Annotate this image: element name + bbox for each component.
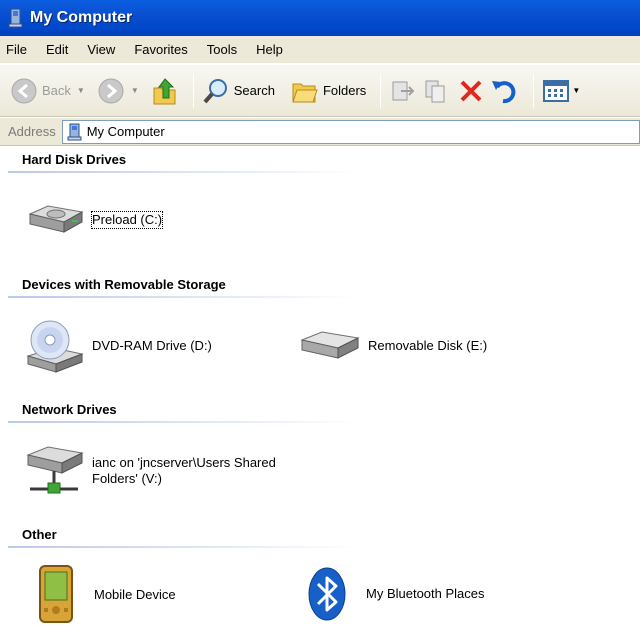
search-label: Search <box>233 83 275 98</box>
my-computer-icon <box>67 123 82 140</box>
menu-file[interactable]: File <box>6 42 27 57</box>
window-title: My Computer <box>30 9 133 26</box>
drive-label: DVD-RAM Drive (D:) <box>92 338 212 353</box>
toolbar-separator <box>380 73 382 108</box>
group-divider <box>8 546 358 548</box>
menu-bar: File Edit View Favorites Tools Help <box>0 36 640 64</box>
device-item-bluetooth[interactable]: My Bluetooth Places <box>306 566 485 622</box>
address-bar: Address My Computer <box>0 118 640 146</box>
undo-button[interactable] <box>491 74 519 108</box>
menu-view[interactable]: View <box>87 42 115 57</box>
bluetooth-icon <box>308 567 346 621</box>
group-title-network-drives: Network Drives <box>22 402 117 417</box>
network-drive-icon <box>26 446 84 494</box>
back-label: Back <box>42 83 71 98</box>
back-dropdown-icon[interactable]: ▼ <box>77 86 85 95</box>
toolbar: Back ▼ ▼ Search Folders ▼ <box>0 65 640 117</box>
address-value: My Computer <box>86 124 165 139</box>
forward-dropdown-icon[interactable]: ▼ <box>131 86 139 95</box>
address-label: Address <box>8 124 56 139</box>
title-bar[interactable]: My Computer <box>0 0 640 36</box>
menu-favorites[interactable]: Favorites <box>134 42 187 57</box>
up-button[interactable] <box>151 74 179 108</box>
search-icon <box>203 78 227 103</box>
address-field[interactable]: My Computer <box>61 119 640 144</box>
content-pane: Hard Disk Drives Preload (C:) Devices wi… <box>0 146 640 625</box>
device-label: My Bluetooth Places <box>366 586 485 601</box>
group-title-hard-disk-drives: Hard Disk Drives <box>22 152 127 167</box>
menu-tools[interactable]: Tools <box>207 42 237 57</box>
group-title-other: Other <box>22 527 57 542</box>
search-button[interactable]: Search <box>202 74 275 108</box>
dvd-drive-icon <box>26 320 84 373</box>
back-button[interactable]: Back ▼ <box>10 74 91 108</box>
delete-button[interactable] <box>457 74 485 108</box>
drive-item-network-v[interactable]: ianc on 'jncserver\Users Shared Folders'… <box>24 441 276 501</box>
forward-button[interactable]: ▼ <box>97 74 145 108</box>
views-icon <box>543 79 570 102</box>
delete-x-icon <box>460 80 482 101</box>
drive-label: Removable Disk (E:) <box>368 338 488 353</box>
menu-edit[interactable]: Edit <box>46 42 68 57</box>
my-computer-icon <box>8 8 23 28</box>
mobile-device-icon <box>39 565 73 623</box>
drive-item-removable-disk[interactable]: Removable Disk (E:) <box>300 328 487 364</box>
views-dropdown-icon[interactable]: ▼ <box>572 86 580 95</box>
folders-icon <box>292 83 318 102</box>
group-divider <box>8 171 358 173</box>
folders-label: Folders <box>322 83 367 98</box>
group-title-removable-storage: Devices with Removable Storage <box>22 277 226 292</box>
device-label: Mobile Device <box>94 587 176 602</box>
copy-to-button[interactable] <box>423 74 451 108</box>
move-to-icon <box>392 81 415 100</box>
folder-up-icon <box>153 77 176 104</box>
menu-help[interactable]: Help <box>256 42 283 57</box>
forward-arrow-icon <box>98 78 124 103</box>
drive-item-dvd[interactable]: DVD-RAM Drive (D:) <box>24 316 212 376</box>
undo-icon <box>492 80 516 103</box>
drive-label-line1: ianc on 'jncserver\Users Shared <box>92 455 276 470</box>
group-divider <box>8 296 358 298</box>
move-to-button[interactable] <box>389 74 417 108</box>
views-button[interactable]: ▼ <box>542 74 586 108</box>
removable-disk-icon <box>300 331 360 359</box>
group-divider <box>8 421 358 423</box>
drive-item-preload[interactable]: Preload (C:) <box>24 200 164 240</box>
toolbar-separator <box>533 73 535 108</box>
folders-button[interactable]: Folders <box>291 74 366 108</box>
device-item-mobile[interactable]: Mobile Device <box>36 564 176 626</box>
back-arrow-icon <box>11 78 37 103</box>
drive-label: Preload (C:) <box>90 211 164 229</box>
copy-to-icon <box>425 80 445 102</box>
hard-drive-icon <box>28 205 84 233</box>
toolbar-separator <box>192 73 194 108</box>
drive-label-line2: Folders' (V:) <box>92 471 162 486</box>
drive-label: ianc on 'jncserver\Users Shared Folders'… <box>92 455 276 487</box>
